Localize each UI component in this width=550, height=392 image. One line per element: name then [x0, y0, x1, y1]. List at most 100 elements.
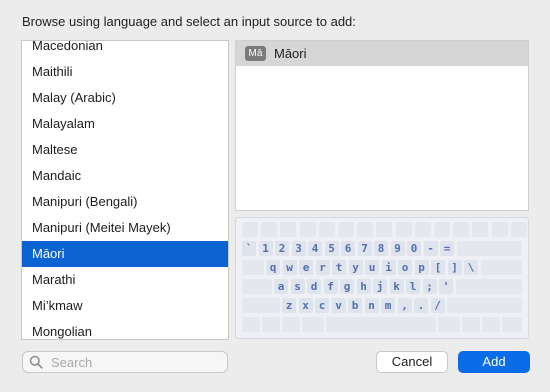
- keyboard-key: l: [406, 279, 420, 294]
- keyboard-key: [434, 222, 450, 237]
- keyboard-key: -: [423, 241, 438, 256]
- input-source-name: Māori: [274, 46, 307, 61]
- keyboard-key: [376, 222, 393, 237]
- keyboard-key: r: [315, 260, 330, 275]
- keyboard-key: [280, 222, 297, 237]
- language-list-item[interactable]: Maithili: [22, 59, 228, 85]
- keyboard-key: [282, 317, 300, 332]
- keyboard-key: [480, 260, 522, 275]
- keyboard-key: i: [381, 260, 396, 275]
- keyboard-key: h: [356, 279, 371, 294]
- language-list-item[interactable]: Maltese: [22, 137, 228, 163]
- language-list[interactable]: Macedonian Maithili Malay (Arabic) Malayala…: [21, 40, 229, 340]
- language-list-item[interactable]: Malayalam: [22, 111, 228, 137]
- keyboard-key: a: [274, 279, 288, 294]
- keyboard-key: 4: [308, 241, 322, 256]
- keyboard-key: x: [298, 298, 313, 313]
- language-list-item[interactable]: Mi’kmaw: [22, 293, 228, 319]
- keyboard-key: 6: [341, 241, 355, 256]
- keyboard-key: [326, 317, 436, 332]
- keyboard-key: [438, 317, 460, 332]
- keyboard-key: [456, 241, 522, 256]
- keyboard-key: [447, 298, 522, 313]
- keyboard-key: 1: [258, 241, 273, 256]
- search-field[interactable]: [22, 351, 228, 373]
- keyboard-key: v: [331, 298, 346, 313]
- keyboard-key: w: [282, 260, 297, 275]
- keyboard-key: d: [307, 279, 321, 294]
- keyboard-key: [357, 222, 374, 237]
- keyboard-key: [462, 317, 480, 332]
- keyboard-key: [242, 260, 264, 275]
- keyboard-key: b: [348, 298, 362, 313]
- input-source-list[interactable]: Mā Māori: [235, 40, 529, 211]
- keyboard-key: `: [242, 241, 256, 256]
- add-button[interactable]: Add: [458, 351, 530, 373]
- keyboard-key: 0: [407, 241, 421, 256]
- language-list-item[interactable]: Manipuri (Meitei Mayek): [22, 215, 228, 241]
- keyboard-key: [502, 317, 522, 332]
- language-list-item[interactable]: Mandaic: [22, 163, 228, 189]
- keyboard-key: [455, 279, 522, 294]
- keyboard-key: k: [389, 279, 404, 294]
- search-icon: [29, 355, 43, 369]
- keyboard-key: 8: [374, 241, 388, 256]
- keyboard-key: 9: [390, 241, 405, 256]
- keyboard-key: n: [364, 298, 379, 313]
- keyboard-key: [242, 298, 280, 313]
- keyboard-key: t: [332, 260, 346, 275]
- keyboard-key: [261, 222, 278, 237]
- keyboard-key: o: [398, 260, 412, 275]
- language-list-item[interactable]: Malay (Arabic): [22, 85, 228, 111]
- keyboard-key: ,: [397, 298, 412, 313]
- keyboard-key: [299, 222, 316, 237]
- language-list-item[interactable]: Mongolian: [22, 319, 228, 339]
- keyboard-key: [242, 279, 272, 294]
- keyboard-key: [242, 317, 260, 332]
- keyboard-key: 5: [324, 241, 339, 256]
- keyboard-key: [453, 222, 470, 237]
- language-list-item[interactable]: Māori: [22, 241, 228, 267]
- keyboard-key: 3: [291, 241, 306, 256]
- keyboard-key: \: [464, 260, 478, 275]
- keyboard-key: ]: [447, 260, 462, 275]
- input-source-badge: Mā: [245, 46, 266, 61]
- keyboard-key: [472, 222, 489, 237]
- keyboard-key: ': [439, 279, 453, 294]
- keyboard-key: .: [414, 298, 428, 313]
- keyboard-key: z: [282, 298, 296, 313]
- search-input[interactable]: [49, 353, 223, 372]
- keyboard-key: f: [323, 279, 338, 294]
- keyboard-preview: ` 1 2 3 4 5 6 7 8 9 0- = q w e r t y u i o p[] \ a s d f g h j k l; ' z x c…: [235, 217, 529, 339]
- keyboard-key: y: [348, 260, 363, 275]
- dialog-prompt: Browse using language and select an inpu…: [22, 14, 356, 29]
- keyboard-key: [338, 222, 354, 237]
- keyboard-key: [414, 222, 431, 237]
- keyboard-key: [395, 222, 412, 237]
- language-list-item[interactable]: Marathi: [22, 267, 228, 293]
- keyboard-key: /: [430, 298, 445, 313]
- keyboard-key: [: [431, 260, 445, 275]
- cancel-button[interactable]: Cancel: [376, 351, 448, 373]
- keyboard-key: s: [290, 279, 305, 294]
- keyboard-key: [262, 317, 280, 332]
- keyboard-key: ;: [422, 279, 437, 294]
- keyboard-key: [318, 222, 335, 237]
- keyboard-key: [302, 317, 324, 332]
- language-list-item[interactable]: Manipuri (Bengali): [22, 189, 228, 215]
- keyboard-key: c: [315, 298, 329, 313]
- keyboard-key: p: [414, 260, 429, 275]
- keyboard-key: [482, 317, 500, 332]
- keyboard-key: q: [266, 260, 280, 275]
- keyboard-key: e: [299, 260, 313, 275]
- keyboard-key: 2: [275, 241, 289, 256]
- keyboard-key: [510, 222, 527, 237]
- keyboard-key: m: [381, 298, 395, 313]
- keyboard-key: [491, 222, 508, 237]
- keyboard-key: j: [373, 279, 387, 294]
- keyboard-key: u: [365, 260, 379, 275]
- keyboard-key: 7: [357, 241, 372, 256]
- input-source-row[interactable]: Mā Māori: [236, 41, 528, 66]
- language-list-item[interactable]: Macedonian: [22, 41, 228, 59]
- keyboard-key: g: [340, 279, 354, 294]
